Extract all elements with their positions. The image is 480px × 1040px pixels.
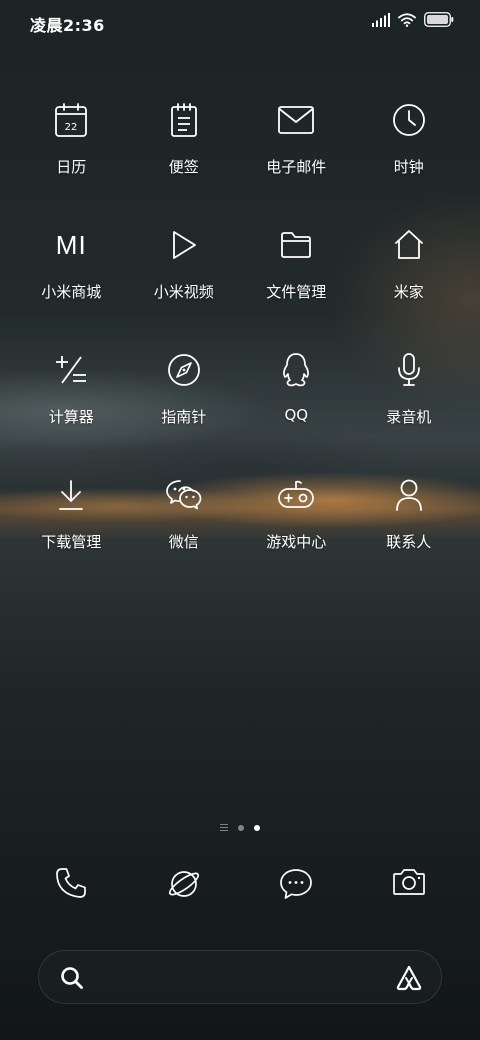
- camera-icon: [391, 866, 427, 906]
- app-label: 便签: [168, 158, 199, 176]
- app-label: 指南针: [161, 408, 207, 426]
- app-row: 22 日历 便签 电子邮件 时钟: [15, 92, 465, 217]
- calendar-icon: 22: [49, 98, 93, 142]
- qq-penguin-icon: [274, 348, 318, 392]
- person-icon: [387, 473, 431, 517]
- app-notes[interactable]: 便签: [128, 92, 241, 217]
- app-label: 下载管理: [41, 533, 102, 551]
- app-email[interactable]: 电子邮件: [240, 92, 353, 217]
- gamepad-icon: [274, 473, 318, 517]
- app-label: 文件管理: [266, 283, 327, 301]
- feed-page-indicator: [220, 824, 228, 831]
- app-label: 米家: [393, 283, 424, 301]
- calendar-date: 22: [65, 122, 78, 133]
- app-mijia[interactable]: 米家: [353, 217, 466, 342]
- notes-icon: [162, 98, 206, 142]
- app-file-manager[interactable]: 文件管理: [240, 217, 353, 342]
- mi-store-icon: MI: [49, 223, 93, 267]
- app-downloads[interactable]: 下载管理: [15, 467, 128, 592]
- mi-logo-text: MI: [55, 229, 87, 260]
- dock-camera[interactable]: [353, 866, 466, 906]
- app-label: 小米视频: [153, 283, 214, 301]
- app-mi-store[interactable]: MI 小米商城: [15, 217, 128, 342]
- app-label: 录音机: [386, 408, 432, 426]
- battery-icon: [424, 12, 454, 31]
- dock-messages[interactable]: [240, 866, 353, 906]
- app-recorder[interactable]: 录音机: [353, 342, 466, 467]
- app-label: 电子邮件: [266, 158, 327, 176]
- app-compass[interactable]: 指南针: [128, 342, 241, 467]
- dock-browser[interactable]: [128, 866, 241, 906]
- app-qq[interactable]: QQ: [240, 342, 353, 467]
- dock-phone[interactable]: [15, 866, 128, 906]
- app-label: 小米商城: [41, 283, 102, 301]
- app-label: QQ: [284, 406, 309, 424]
- microphone-icon: [387, 348, 431, 392]
- mail-icon: [274, 98, 318, 142]
- page-dot: [238, 824, 244, 831]
- home-icon: [387, 223, 431, 267]
- compass-icon: [162, 348, 206, 392]
- app-label: 微信: [168, 533, 199, 551]
- assistant-icon[interactable]: [395, 964, 423, 996]
- app-row: 计算器 指南针 QQ 录音机: [15, 342, 465, 467]
- wechat-icon: [162, 473, 206, 517]
- app-label: 日历: [56, 158, 87, 176]
- calculator-icon: [49, 348, 93, 392]
- app-calculator[interactable]: 计算器: [15, 342, 128, 467]
- app-label: 时钟: [393, 158, 424, 176]
- app-grid: 22 日历 便签 电子邮件 时钟 MI 小米商城 小米视频 文件管理 米家 计算…: [15, 92, 465, 592]
- status-time: 凌晨2:36: [30, 16, 105, 35]
- folder-icon: [274, 223, 318, 267]
- app-clock[interactable]: 时钟: [353, 92, 466, 217]
- messages-icon: [278, 866, 314, 906]
- app-calendar[interactable]: 22 日历: [15, 92, 128, 217]
- app-label: 游戏中心: [266, 533, 327, 551]
- app-contacts[interactable]: 联系人: [353, 467, 466, 592]
- search-icon[interactable]: [59, 965, 85, 995]
- app-game-center[interactable]: 游戏中心: [240, 467, 353, 592]
- page-dot-active: [254, 824, 260, 831]
- global-search-bar[interactable]: [38, 950, 442, 1004]
- browser-planet-icon: [166, 866, 202, 906]
- app-row: 下载管理 微信 游戏中心 联系人: [15, 467, 465, 592]
- app-row: MI 小米商城 小米视频 文件管理 米家: [15, 217, 465, 342]
- wifi-icon: [398, 12, 416, 31]
- phone-icon: [54, 866, 88, 906]
- app-mi-video[interactable]: 小米视频: [128, 217, 241, 342]
- app-label: 联系人: [386, 533, 432, 551]
- clock-icon: [387, 98, 431, 142]
- app-wechat[interactable]: 微信: [128, 467, 241, 592]
- app-label: 计算器: [48, 408, 94, 426]
- page-indicator[interactable]: [0, 824, 480, 831]
- status-icons: [372, 12, 454, 31]
- signal-icon: [372, 12, 390, 31]
- dock: [15, 866, 465, 906]
- download-icon: [49, 473, 93, 517]
- status-bar: 凌晨2:36: [0, 0, 480, 44]
- play-icon: [162, 223, 206, 267]
